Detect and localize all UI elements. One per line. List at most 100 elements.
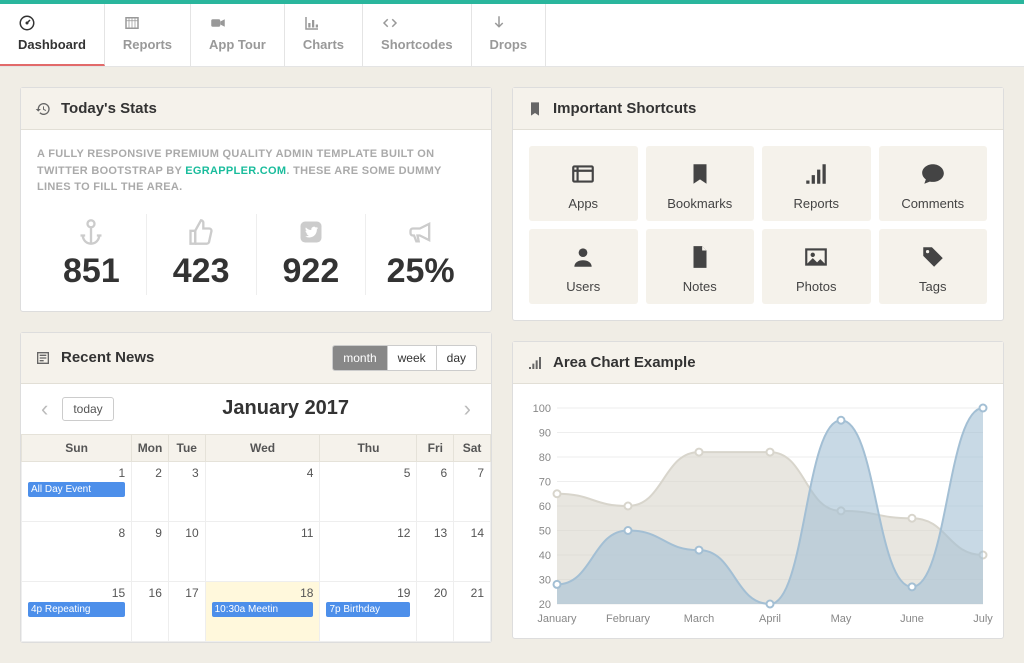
svg-text:40: 40 <box>539 550 551 562</box>
bookmark-icon <box>646 160 755 188</box>
svg-text:June: June <box>900 613 924 625</box>
day-number: 12 <box>326 526 410 540</box>
shortcut-label: Comments <box>879 196 988 211</box>
code-icon <box>381 14 453 32</box>
panel-title: Area Chart Example <box>553 354 989 371</box>
day-number: 10 <box>175 526 199 540</box>
calendar-cell[interactable]: 3 <box>168 461 205 521</box>
stat-thumb: 423 <box>147 214 257 295</box>
calendar-cell[interactable]: 12 <box>320 521 417 581</box>
stat-twitter: 922 <box>257 214 367 295</box>
recent-news-panel: Recent News month week day ‹ today Janua… <box>20 332 492 643</box>
shortcut-reports[interactable]: Reports <box>762 146 871 221</box>
panel-title: Important Shortcuts <box>553 100 989 117</box>
news-icon <box>35 350 51 366</box>
shortcut-users[interactable]: Users <box>529 229 638 304</box>
down-icon <box>490 14 528 32</box>
day-number: 16 <box>138 586 162 600</box>
nav-label: App Tour <box>209 37 266 52</box>
shortcut-comments[interactable]: Comments <box>879 146 988 221</box>
shortcut-photos[interactable]: Photos <box>762 229 871 304</box>
calendar-cell[interactable]: 17 <box>168 581 205 641</box>
calendar-cell[interactable]: 14 <box>454 521 491 581</box>
day-number: 14 <box>460 526 484 540</box>
view-day-button[interactable]: day <box>437 346 476 370</box>
nav-charts[interactable]: Charts <box>285 4 363 66</box>
comment-icon <box>879 160 988 188</box>
main-nav: Dashboard Reports App Tour ChartsShortcodes… <box>0 4 1024 67</box>
calendar-cell[interactable]: 8 <box>22 521 132 581</box>
calendar-today-button[interactable]: today <box>62 397 113 421</box>
stat-value: 25% <box>366 252 475 291</box>
calendar-next-button[interactable]: › <box>458 396 477 422</box>
svg-text:March: March <box>684 613 715 625</box>
nav-label: Dashboard <box>18 37 86 52</box>
svg-text:April: April <box>759 613 781 625</box>
calendar-event[interactable]: 4p Repeating <box>28 602 125 617</box>
calendar-cell[interactable]: 16 <box>132 581 169 641</box>
todays-stats-panel: Today's Stats A FULLY RESPONSIVE PREMIUM… <box>20 87 492 312</box>
calendar-cell[interactable]: 13 <box>417 521 454 581</box>
nav-reports[interactable]: Reports <box>105 4 191 66</box>
svg-text:60: 60 <box>539 501 551 513</box>
file-icon <box>646 243 755 271</box>
nav-drops[interactable]: Drops <box>472 4 547 66</box>
nav-shortcodes[interactable]: Shortcodes <box>363 4 472 66</box>
svg-text:30: 30 <box>539 575 551 587</box>
calendar-cell[interactable]: 1 All Day Event <box>22 461 132 521</box>
weekday-header: Tue <box>168 434 205 461</box>
calendar-cell[interactable]: 4 <box>205 461 320 521</box>
svg-text:July: July <box>973 613 993 625</box>
shortcut-label: Apps <box>529 196 638 211</box>
calendar-cell[interactable]: 21 <box>454 581 491 641</box>
stats-description: A FULLY RESPONSIVE PREMIUM QUALITY ADMIN… <box>37 146 475 196</box>
day-number: 5 <box>326 466 410 480</box>
shortcut-label: Bookmarks <box>646 196 755 211</box>
signal-icon <box>762 160 871 188</box>
shortcut-label: Notes <box>646 279 755 294</box>
stat-value: 423 <box>147 252 256 291</box>
calendar-cell[interactable]: 11 <box>205 521 320 581</box>
calendar-cell[interactable]: 154p Repeating <box>22 581 132 641</box>
view-week-button[interactable]: week <box>388 346 437 370</box>
stat-value: 922 <box>257 252 366 291</box>
shortcut-label: Photos <box>762 279 871 294</box>
calendar-prev-button[interactable]: ‹ <box>35 396 54 422</box>
calendar-cell[interactable]: 197p Birthday <box>320 581 417 641</box>
day-number: 6 <box>423 466 447 480</box>
day-number: 8 <box>28 526 125 540</box>
dashboard-icon <box>18 14 86 32</box>
shortcut-label: Tags <box>879 279 988 294</box>
calendar-event[interactable]: All Day Event <box>28 482 125 497</box>
day-number: 9 <box>138 526 162 540</box>
calendar-cell[interactable]: 20 <box>417 581 454 641</box>
calendar-cell[interactable]: 6 <box>417 461 454 521</box>
calendar-view-toggle: month week day <box>332 345 477 371</box>
calendar-event[interactable]: 7p Birthday <box>326 602 410 617</box>
calendar-title: January 2017 <box>114 397 458 420</box>
svg-text:May: May <box>831 613 852 625</box>
nav-dashboard[interactable]: Dashboard <box>0 4 105 66</box>
view-month-button[interactable]: month <box>333 346 387 370</box>
bookmark-icon <box>527 101 543 117</box>
calendar-cell[interactable]: 1810:30a Meetin <box>205 581 320 641</box>
shortcut-tags[interactable]: Tags <box>879 229 988 304</box>
calendar-cell[interactable]: 5 <box>320 461 417 521</box>
shortcut-label: Users <box>529 279 638 294</box>
shortcut-apps[interactable]: Apps <box>529 146 638 221</box>
day-number: 1 <box>28 466 125 480</box>
tag-icon <box>879 243 988 271</box>
svg-text:90: 90 <box>539 428 551 440</box>
weekday-header: Wed <box>205 434 320 461</box>
calendar-cell[interactable]: 2 <box>132 461 169 521</box>
svg-text:100: 100 <box>533 403 551 415</box>
calendar-cell[interactable]: 10 <box>168 521 205 581</box>
shortcut-bookmarks[interactable]: Bookmarks <box>646 146 755 221</box>
calendar-cell[interactable]: 9 <box>132 521 169 581</box>
nav-app-tour[interactable]: App Tour <box>191 4 285 66</box>
shortcut-notes[interactable]: Notes <box>646 229 755 304</box>
day-number: 17 <box>175 586 199 600</box>
panel-title: Today's Stats <box>61 100 477 117</box>
calendar-event[interactable]: 10:30a Meetin <box>212 602 314 617</box>
calendar-cell[interactable]: 7 <box>454 461 491 521</box>
